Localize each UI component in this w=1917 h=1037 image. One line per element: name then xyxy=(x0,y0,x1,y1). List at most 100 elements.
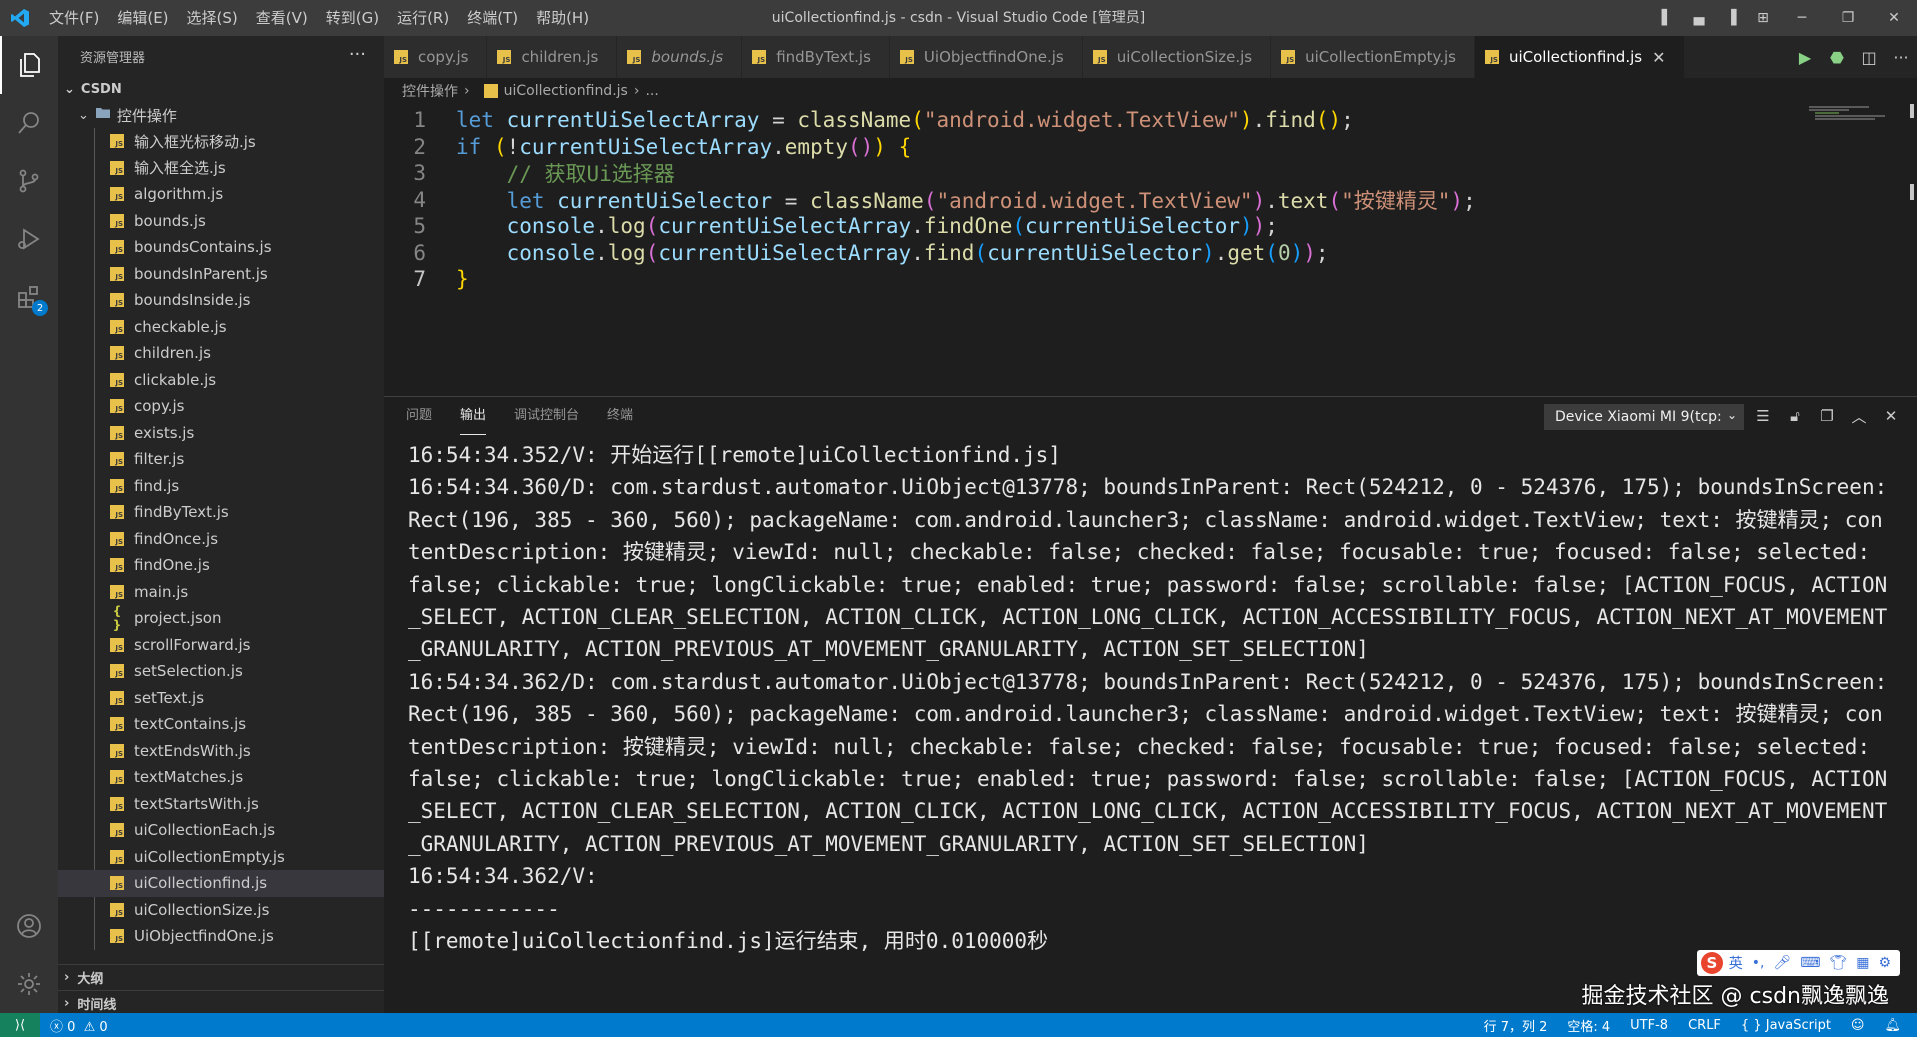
code-editor[interactable]: 1 let currentUiSelectArray = className("a… xyxy=(384,104,1917,396)
file-item[interactable]: JS boundsContains.js xyxy=(58,234,384,261)
problems-status[interactable]: ⓧ 0 ⚠ 0 xyxy=(40,1016,118,1035)
device-select[interactable]: Device Xiaomi MI 9(tcp: ⌄ xyxy=(1544,404,1744,430)
file-item[interactable]: JS 输入框光标移动.js xyxy=(58,128,384,155)
file-item[interactable]: JS boundsInside.js xyxy=(58,287,384,314)
menu-item[interactable]: 文件(F) xyxy=(40,0,108,36)
file-item[interactable]: JS boundsInParent.js xyxy=(58,261,384,288)
toolbox-icon[interactable]: ▦ xyxy=(1856,955,1869,971)
output-log[interactable]: 16:54:34.352/V: 开始运行[[remote]uiCollectio… xyxy=(408,439,1888,958)
extensions-icon[interactable]: 2 xyxy=(0,268,58,326)
file-item[interactable]: { } project.json xyxy=(58,604,384,632)
keyboard-icon[interactable]: ⌨ xyxy=(1800,955,1820,971)
file-item[interactable]: JS checkable.js xyxy=(58,314,384,341)
end-of-line[interactable]: CRLF xyxy=(1678,1018,1731,1033)
remote-icon[interactable]: ⟩⟨ xyxy=(0,1013,40,1037)
search-icon[interactable] xyxy=(0,94,58,152)
file-item[interactable]: JS findOnce.js xyxy=(58,526,384,553)
minimize-button[interactable]: ─ xyxy=(1779,0,1825,36)
accounts-icon[interactable] xyxy=(0,897,58,955)
panel-tab[interactable]: 终端 xyxy=(607,397,633,435)
menu-item[interactable]: 编辑(E) xyxy=(108,0,177,36)
file-item[interactable]: JS uiCollectionEach.js xyxy=(58,817,384,844)
menu-item[interactable]: 运行(R) xyxy=(388,0,458,36)
file-item[interactable]: JS exists.js xyxy=(58,420,384,447)
indentation[interactable]: 空格: 4 xyxy=(1557,1016,1620,1035)
file-item[interactable]: JS bounds.js xyxy=(58,208,384,235)
clear-output-icon[interactable]: ☰ xyxy=(1747,407,1779,425)
panel-tab[interactable]: 问题 xyxy=(406,397,432,435)
menu-item[interactable]: 帮助(H) xyxy=(527,0,598,36)
file-item[interactable]: JS textStartsWith.js xyxy=(58,791,384,818)
editor-tab[interactable]: JS UiObjectfindOne.js xyxy=(889,36,1083,78)
customize-layout-icon[interactable]: ⊞ xyxy=(1747,0,1779,36)
file-item[interactable]: JS copy.js xyxy=(58,393,384,420)
file-item[interactable]: JS algorithm.js xyxy=(58,181,384,208)
toggle-secondary-sidebar-icon[interactable]: ▐ xyxy=(1715,0,1747,36)
language-mode[interactable]: { } JavaScript xyxy=(1731,1018,1841,1033)
skin-icon[interactable]: 👕︎ xyxy=(1829,955,1847,971)
explorer-icon[interactable] xyxy=(0,36,58,94)
chevron-up-icon[interactable]: ︿ xyxy=(1843,406,1875,427)
workspace-root[interactable]: ⌄ CSDN xyxy=(58,76,384,102)
file-item[interactable]: JS find.js xyxy=(58,473,384,500)
menu-item[interactable]: 选择(S) xyxy=(178,0,247,36)
file-item[interactable]: JS scrollForward.js xyxy=(58,632,384,659)
toggle-sidebar-icon[interactable]: ▌ xyxy=(1651,0,1683,36)
maximize-panel-icon[interactable]: ❐ xyxy=(1811,407,1843,425)
outline-section[interactable]: › 大纲 xyxy=(58,964,384,990)
file-item[interactable]: JS setText.js xyxy=(58,685,384,712)
editor-tab[interactable]: JS copy.js xyxy=(384,36,488,78)
editor-tab[interactable]: JS children.js xyxy=(487,36,618,78)
source-control-icon[interactable] xyxy=(0,152,58,210)
editor-tab[interactable]: JS findByText.js xyxy=(742,36,890,78)
toggle-panel-icon[interactable]: ▄ xyxy=(1683,0,1715,36)
file-item[interactable]: JS clickable.js xyxy=(58,367,384,394)
close-window-button[interactable]: ✕ xyxy=(1871,0,1917,36)
file-item[interactable]: JS UiObjectfindOne.js xyxy=(58,923,384,950)
panel-scrollbar[interactable] xyxy=(1903,435,1917,1014)
more-actions-icon[interactable]: ··· xyxy=(1885,36,1917,78)
file-item[interactable]: JS uiCollectionSize.js xyxy=(58,897,384,924)
manage-gear-icon[interactable] xyxy=(0,955,58,1013)
breadcrumb-file[interactable]: uiCollectionfind.js xyxy=(504,83,628,99)
microphone-icon[interactable]: 🎤︎ xyxy=(1773,955,1791,971)
close-panel-icon[interactable]: ✕ xyxy=(1875,407,1907,425)
menu-item[interactable]: 终端(T) xyxy=(458,0,527,36)
panel-tab[interactable]: 输出 xyxy=(460,397,487,435)
file-item[interactable]: JS setSelection.js xyxy=(58,658,384,685)
file-item[interactable]: JS findOne.js xyxy=(58,552,384,579)
debug-icon[interactable]: ⬣ xyxy=(1821,36,1853,78)
breadcrumb-folder[interactable]: 控件操作 xyxy=(402,81,458,101)
file-item[interactable]: JS 输入框全选.js xyxy=(58,155,384,182)
settings-icon[interactable]: ⚙ xyxy=(1878,955,1891,971)
close-tab-icon[interactable]: ✕ xyxy=(1652,48,1665,67)
file-item[interactable]: JS findByText.js xyxy=(58,499,384,526)
punctuation-icon[interactable]: •, xyxy=(1752,955,1765,971)
breadcrumb-symbol[interactable]: ... xyxy=(645,83,658,99)
lock-scroll-icon[interactable]: 🔓︎ xyxy=(1779,407,1811,425)
file-item[interactable]: JS textContains.js xyxy=(58,711,384,738)
minimap[interactable] xyxy=(1809,104,1889,124)
cursor-position[interactable]: 行 7，列 2 xyxy=(1474,1016,1558,1035)
split-editor-icon[interactable]: ◫ xyxy=(1853,36,1885,78)
editor-tab[interactable]: JS uiCollectionEmpty.js xyxy=(1271,36,1475,78)
file-item[interactable]: JS uiCollectionfind.js xyxy=(58,870,384,897)
run-debug-icon[interactable] xyxy=(0,210,58,268)
menu-item[interactable]: 查看(V) xyxy=(247,0,317,36)
notifications-bell-icon[interactable]: 🔔︎ xyxy=(1874,1018,1911,1033)
file-item[interactable]: JS filter.js xyxy=(58,446,384,473)
editor-tab[interactable]: JS bounds.js xyxy=(617,36,743,78)
folder-controls[interactable]: ⌄ 控件操作 xyxy=(58,102,384,128)
encoding[interactable]: UTF-8 xyxy=(1620,1018,1678,1033)
ime-language[interactable]: 英 xyxy=(1729,953,1743,973)
file-item[interactable]: JS children.js xyxy=(58,340,384,367)
feedback-icon[interactable]: ☺ xyxy=(1841,1018,1875,1033)
file-item[interactable]: JS textEndsWith.js xyxy=(58,738,384,765)
file-item[interactable]: JS textMatches.js xyxy=(58,764,384,791)
editor-tab[interactable]: JS uiCollectionSize.js xyxy=(1082,36,1272,78)
restore-button[interactable]: ❐ xyxy=(1825,0,1871,36)
file-item[interactable]: JS uiCollectionEmpty.js xyxy=(58,844,384,871)
more-actions-icon[interactable]: ··· xyxy=(349,44,366,65)
menu-item[interactable]: 转到(G) xyxy=(317,0,388,36)
editor-tab[interactable]: JS uiCollectionfind.js ✕ xyxy=(1474,36,1685,78)
